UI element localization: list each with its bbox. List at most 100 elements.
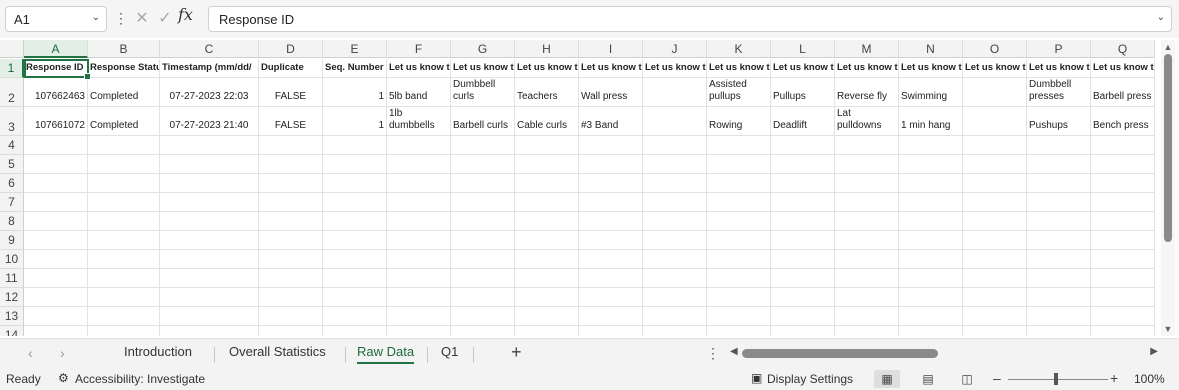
zoom-level[interactable]: 100% [1134,372,1165,386]
previous-sheet-icon[interactable]: ‹ [28,345,33,361]
cell-l4[interactable] [771,136,835,155]
cell-d5[interactable] [259,155,323,174]
cell-e4[interactable] [323,136,387,155]
row-header-1[interactable]: 1 [0,59,24,78]
cell-m7[interactable] [835,193,899,212]
cell-a4[interactable] [24,136,88,155]
cell-l9[interactable] [771,231,835,250]
cell-j13[interactable] [643,307,707,326]
cell-i10[interactable] [579,250,643,269]
cell-o10[interactable] [963,250,1027,269]
cell-b1[interactable]: Response Statu [88,59,160,78]
cell-g12[interactable] [451,288,515,307]
name-box[interactable]: A1 ⌄ [5,6,107,32]
cell-e2[interactable]: 1 [323,78,387,107]
cell-g3[interactable]: Barbell curls [451,107,515,136]
cell-q13[interactable] [1091,307,1155,326]
cell-j5[interactable] [643,155,707,174]
column-header-l[interactable]: L [771,40,835,58]
cell-o1[interactable]: Let us know t [963,59,1027,78]
cell-l6[interactable] [771,174,835,193]
scroll-down-icon[interactable]: ▼ [1163,324,1173,334]
cell-p5[interactable] [1027,155,1091,174]
cell-g1[interactable]: Let us know t [451,59,515,78]
column-header-b[interactable]: B [88,40,160,58]
scroll-up-icon[interactable]: ▲ [1163,42,1173,52]
cell-j4[interactable] [643,136,707,155]
cell-m11[interactable] [835,269,899,288]
cell-o4[interactable] [963,136,1027,155]
cell-l2[interactable]: Pullups [771,78,835,107]
cell-e14[interactable] [323,326,387,336]
row-header-3[interactable]: 3 [0,107,24,136]
cell-f7[interactable] [387,193,451,212]
cell-n9[interactable] [899,231,963,250]
cell-j9[interactable] [643,231,707,250]
cell-e12[interactable] [323,288,387,307]
column-header-j[interactable]: J [643,40,707,58]
cell-i2[interactable]: Wall press [579,78,643,107]
cell-n3[interactable]: 1 min hang [899,107,963,136]
cell-i8[interactable] [579,212,643,231]
cell-p12[interactable] [1027,288,1091,307]
cell-n8[interactable] [899,212,963,231]
cell-d8[interactable] [259,212,323,231]
cell-o9[interactable] [963,231,1027,250]
cell-f6[interactable] [387,174,451,193]
cell-b4[interactable] [88,136,160,155]
cell-n7[interactable] [899,193,963,212]
row-header-10[interactable]: 10 [0,250,24,269]
cell-d6[interactable] [259,174,323,193]
cell-k7[interactable] [707,193,771,212]
cell-d10[interactable] [259,250,323,269]
insert-function-icon[interactable]: fx [178,5,193,24]
cell-f10[interactable] [387,250,451,269]
cell-n13[interactable] [899,307,963,326]
cell-c13[interactable] [160,307,259,326]
cell-h13[interactable] [515,307,579,326]
cell-h10[interactable] [515,250,579,269]
row-header-6[interactable]: 6 [0,174,24,193]
cell-n14[interactable] [899,326,963,336]
cell-p3[interactable]: Pushups [1027,107,1091,136]
cell-e5[interactable] [323,155,387,174]
cell-b5[interactable] [88,155,160,174]
cell-g9[interactable] [451,231,515,250]
column-header-f[interactable]: F [387,40,451,58]
cell-o13[interactable] [963,307,1027,326]
cell-o3[interactable] [963,107,1027,136]
cell-f8[interactable] [387,212,451,231]
vertical-scroll-thumb[interactable] [1164,54,1172,242]
cell-a10[interactable] [24,250,88,269]
cell-c11[interactable] [160,269,259,288]
cell-k1[interactable]: Let us know t [707,59,771,78]
accessibility-status[interactable]: Accessibility: Investigate [75,372,205,386]
cell-e1[interactable]: Seq. Number [323,59,387,78]
cell-m3[interactable]: Lat pulldowns [835,107,899,136]
cell-g7[interactable] [451,193,515,212]
cell-q2[interactable]: Barbell press [1091,78,1155,107]
cell-k5[interactable] [707,155,771,174]
cell-d13[interactable] [259,307,323,326]
cell-j8[interactable] [643,212,707,231]
cell-j10[interactable] [643,250,707,269]
cell-j1[interactable]: Let us know t [643,59,707,78]
enter-check-icon[interactable]: ✓ [153,7,177,31]
cell-m2[interactable]: Reverse fly [835,78,899,107]
cell-h5[interactable] [515,155,579,174]
cell-q11[interactable] [1091,269,1155,288]
cell-m9[interactable] [835,231,899,250]
cell-i7[interactable] [579,193,643,212]
cell-f2[interactable]: 5lb band [387,78,451,107]
cell-a12[interactable] [24,288,88,307]
column-header-d[interactable]: D [259,40,323,58]
cell-o2[interactable] [963,78,1027,107]
cell-f3[interactable]: 1lb dumbbells [387,107,451,136]
cell-b14[interactable] [88,326,160,336]
cell-k9[interactable] [707,231,771,250]
cell-d14[interactable] [259,326,323,336]
cell-i1[interactable]: Let us know t [579,59,643,78]
cell-d7[interactable] [259,193,323,212]
cell-j7[interactable] [643,193,707,212]
cell-m5[interactable] [835,155,899,174]
